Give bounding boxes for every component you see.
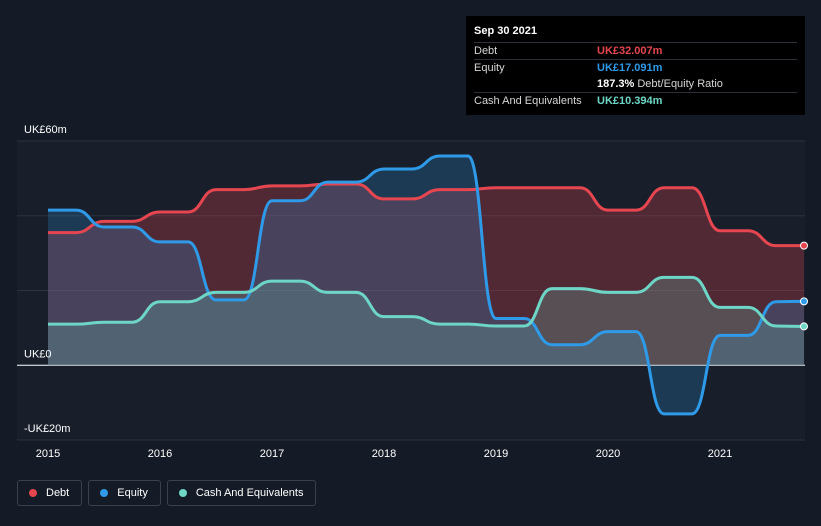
legend-dot-icon [29, 489, 37, 497]
debt-end-dot [800, 241, 808, 250]
tooltip-value: 187.3% [597, 78, 635, 90]
tooltip-label [474, 76, 597, 92]
x-tick-label: 2018 [372, 448, 396, 460]
tooltip-date: Sep 30 2021 [474, 25, 537, 37]
x-tick-label: 2020 [596, 448, 620, 460]
tooltip-label: Debt [474, 45, 498, 57]
chart-legend: Debt Equity Cash And Equivalents [17, 480, 317, 506]
x-tick-label: 2016 [148, 448, 172, 460]
tooltip-row-ratio: 187.3% Debt/Equity Ratio [474, 76, 797, 92]
tooltip-label: Equity [474, 62, 505, 74]
tooltip-value: UK£17.091m [597, 62, 663, 74]
legend-item-equity[interactable]: Equity [88, 480, 161, 506]
tooltip-ratio-label: Debt/Equity Ratio [637, 78, 723, 90]
legend-dot-icon [178, 489, 187, 497]
x-tick-label: 2015 [36, 448, 60, 460]
legend-item-debt[interactable]: Debt [17, 480, 83, 506]
tooltip-value: UK£10.394m [597, 95, 663, 107]
legend-dot-icon [100, 489, 109, 497]
legend-item-cash[interactable]: Cash And Equivalents [166, 480, 317, 506]
tooltip-row-equity: Equity UK£17.091m [474, 59, 797, 76]
tooltip-row-cash: Cash And Equivalents UK£10.394m [474, 92, 797, 109]
legend-label: Debt [46, 487, 70, 499]
cash-end-dot [800, 322, 808, 331]
x-tick-label: 2019 [484, 448, 508, 460]
tooltip-row-debt: Debt UK£32.007m [474, 42, 797, 59]
legend-label: Equity [117, 487, 148, 499]
x-tick-label: 2017 [260, 448, 284, 460]
tooltip-panel: Sep 30 2021 Debt UK£32.007m Equity UK£17… [466, 16, 805, 115]
equity-end-dot [800, 297, 808, 306]
x-tick-label: 2021 [708, 448, 732, 460]
tooltip-label: Cash And Equivalents [474, 95, 582, 107]
y-tick-label: UK£60m [24, 124, 67, 136]
legend-label: Cash And Equivalents [195, 487, 304, 499]
y-tick-label: -UK£20m [24, 423, 70, 435]
y-tick-label: UK£0 [24, 348, 52, 360]
tooltip-value: UK£32.007m [597, 45, 663, 57]
